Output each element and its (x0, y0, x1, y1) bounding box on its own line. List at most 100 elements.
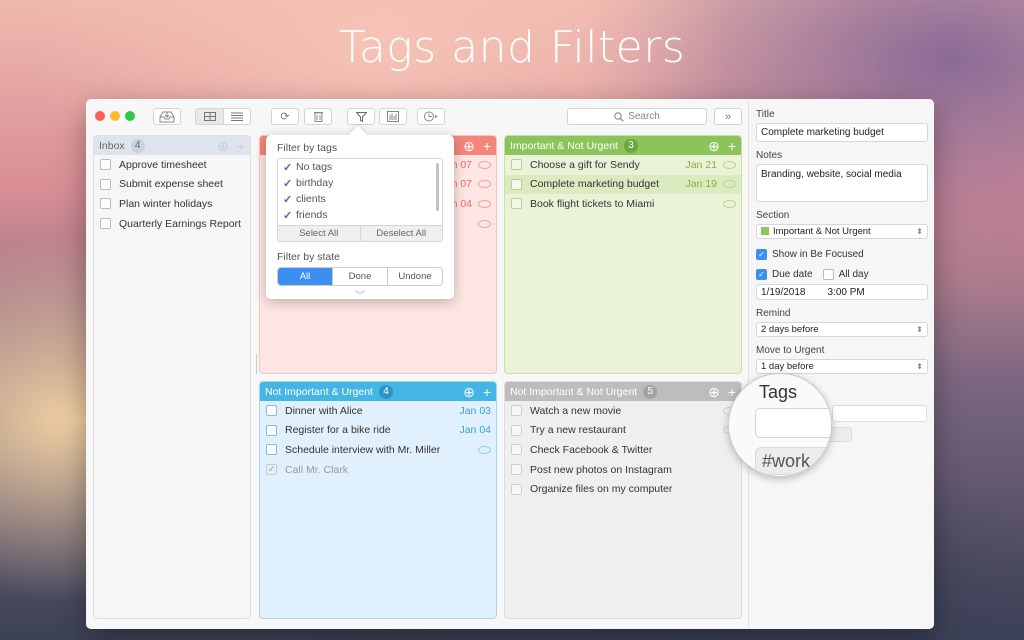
task-row[interactable]: Post new photos on Instagram (505, 460, 741, 480)
add-icon[interactable]: + (728, 139, 736, 153)
task-checkbox[interactable] (266, 405, 277, 417)
note-bubble-icon[interactable] (478, 199, 491, 208)
add-icon[interactable]: + (728, 385, 736, 399)
task-row[interactable]: Register for a bike ride Jan 04 (260, 421, 496, 441)
tag-filter-item[interactable]: ✓ birthday (278, 175, 442, 191)
minimize-window-button[interactable] (110, 111, 120, 121)
checkbox-checked[interactable]: ✓ (266, 464, 277, 476)
task-due-date: Jan 19 (685, 178, 717, 191)
column-divider[interactable] (256, 354, 257, 374)
zoom-in-icon[interactable]: ⊕ (708, 385, 720, 399)
show-in-focused-checkbox[interactable]: ✓ Show in Be Focused (756, 246, 928, 262)
quadrant-title: Important & Not Urgent (510, 139, 618, 152)
notes-field[interactable]: Branding, website, social media (756, 164, 928, 202)
task-title: Schedule interview with Mr. Miller (285, 443, 441, 456)
note-bubble-icon[interactable] (723, 180, 736, 189)
trash-button[interactable] (304, 108, 332, 125)
task-row[interactable]: Complete marketing budget Jan 19 (505, 174, 741, 195)
note-bubble-icon[interactable] (478, 180, 491, 189)
tag-filter-item[interactable]: ✓ friends (278, 207, 442, 223)
zoom-in-icon[interactable]: ⊕ (463, 385, 475, 399)
due-date-checkbox[interactable]: ✓ (756, 268, 767, 280)
zoom-in-icon[interactable]: ⊕ (708, 139, 720, 153)
filter-button[interactable] (347, 108, 375, 125)
work-tag-chip[interactable]: #work (755, 447, 831, 475)
zoom-in-icon[interactable]: ⊕ (217, 139, 229, 153)
tag-name: friends (296, 209, 328, 221)
task-checkbox[interactable] (511, 198, 522, 210)
task-row[interactable]: Schedule interview with Mr. Miller (260, 440, 496, 460)
task-checkbox[interactable] (100, 218, 111, 230)
state-all-button[interactable]: All (278, 268, 332, 285)
state-done-button[interactable]: Done (332, 268, 387, 285)
filter-funnel-icon (355, 111, 367, 122)
task-checkbox[interactable] (511, 405, 522, 417)
task-checkbox[interactable] (511, 424, 522, 436)
add-icon[interactable]: + (237, 139, 245, 153)
task-row[interactable]: Organize files on my computer (505, 479, 741, 499)
task-checkbox[interactable] (100, 159, 111, 171)
add-icon[interactable]: + (483, 139, 491, 153)
task-checkbox[interactable] (511, 178, 522, 190)
task-row[interactable]: Plan winter holidays (94, 194, 250, 214)
quadrant-title: Not Important & Not Urgent (510, 385, 638, 398)
tag-name: birthday (296, 177, 334, 189)
task-checkbox[interactable] (511, 444, 522, 456)
state-undone-button[interactable]: Undone (387, 268, 442, 285)
zoom-in-icon[interactable]: ⊕ (463, 139, 475, 153)
task-due-date: n 07 (451, 178, 472, 191)
list-view-button[interactable] (223, 109, 250, 124)
task-checkbox[interactable] (266, 444, 277, 456)
task-row[interactable]: Quarterly Earnings Report (94, 214, 250, 234)
task-row[interactable]: Submit expense sheet (94, 175, 250, 195)
deselect-all-button[interactable]: Deselect All (359, 226, 443, 241)
task-checkbox[interactable] (511, 464, 522, 476)
remind-select[interactable]: 2 days before ⬍ (756, 322, 928, 337)
tag-filter-item[interactable]: ✓ No tags (278, 159, 442, 175)
search-input[interactable]: Search (567, 108, 707, 125)
task-row[interactable]: Dinner with Alice Jan 03 (260, 401, 496, 421)
task-row[interactable]: Choose a gift for Sendy Jan 21 (505, 155, 741, 175)
tag-list-scrollbar[interactable] (436, 163, 439, 211)
select-all-button[interactable]: Select All (278, 226, 360, 241)
zoom-window-button[interactable] (125, 111, 135, 121)
note-bubble-icon[interactable] (478, 160, 491, 169)
task-checkbox[interactable] (100, 198, 111, 210)
close-window-button[interactable] (95, 111, 105, 121)
due-date-field[interactable]: 1/19/2018 3:00 PM (756, 284, 928, 300)
task-title: Watch a new movie (530, 404, 622, 417)
task-checkbox[interactable] (266, 424, 277, 436)
task-row[interactable]: Approve timesheet (94, 155, 250, 175)
inbox-tray-icon (159, 111, 175, 122)
tags-input-field[interactable] (832, 405, 927, 422)
note-bubble-icon[interactable] (723, 199, 736, 208)
task-title: Book flight tickets to Miami (530, 197, 655, 210)
task-checkbox[interactable] (511, 483, 522, 495)
task-checkbox[interactable] (100, 178, 111, 190)
task-row[interactable]: Book flight tickets to Miami (505, 194, 741, 214)
add-icon[interactable]: + (483, 385, 491, 399)
section-select[interactable]: Important & Not Urgent ⬍ (756, 224, 928, 239)
task-row[interactable]: Try a new restaurant (505, 421, 741, 441)
section-color-swatch (761, 227, 769, 236)
title-field[interactable]: Complete marketing budget (756, 123, 928, 142)
chevron-down-icon[interactable]: ﹀ (277, 287, 443, 302)
grid-view-button[interactable] (196, 109, 223, 124)
all-day-checkbox[interactable] (822, 268, 834, 280)
timer-button[interactable] (417, 108, 445, 125)
task-row[interactable]: ✓ Call Mr. Clark (260, 460, 496, 480)
move-to-urgent-select[interactable]: 1 day before ⬍ (756, 359, 928, 374)
note-bubble-icon[interactable] (478, 219, 491, 228)
clock-menu-icon (424, 111, 438, 122)
expand-detail-button[interactable]: » (714, 108, 742, 125)
note-bubble-icon[interactable] (478, 445, 491, 454)
statistics-button[interactable] (379, 108, 407, 125)
note-bubble-icon[interactable] (723, 160, 736, 169)
task-row[interactable]: Watch a new movie (505, 401, 741, 421)
tags-input-magnified[interactable] (755, 408, 831, 438)
tag-filter-item[interactable]: ✓ clients (278, 191, 442, 207)
task-row[interactable]: Check Facebook & Twitter (505, 440, 741, 460)
sync-button[interactable]: ⟳ (271, 108, 299, 125)
inbox-button[interactable] (153, 108, 181, 125)
task-checkbox[interactable] (511, 159, 522, 171)
